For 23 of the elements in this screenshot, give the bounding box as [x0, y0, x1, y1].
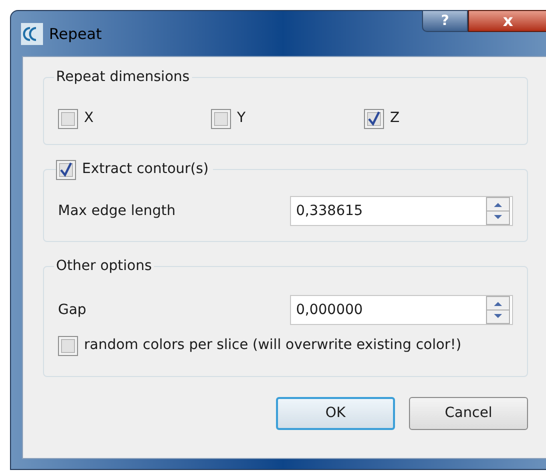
checkbox[interactable] — [211, 108, 231, 128]
checkbox[interactable] — [58, 336, 78, 356]
checked-checkbox[interactable] — [56, 160, 76, 180]
checkbox-label: Y — [237, 109, 246, 128]
field-label: Max edge length — [58, 202, 176, 220]
spin-arrows-icon[interactable] — [486, 197, 510, 225]
field-label: Gap — [58, 300, 88, 320]
dialog-button[interactable]: Cancel — [409, 397, 528, 430]
checkbox-label: Extract contour(s) — [82, 160, 209, 179]
checked-checkbox[interactable] — [364, 108, 384, 128]
dialog-button[interactable]: OK — [276, 397, 395, 430]
spin-box[interactable]: 0,000000 — [290, 295, 513, 325]
checkbox[interactable] — [58, 108, 78, 128]
spin-arrows-icon[interactable] — [486, 296, 510, 324]
checkbox-label: Z — [390, 109, 400, 128]
close-button[interactable]: x — [468, 10, 546, 32]
group-title: Other options — [54, 256, 154, 276]
window-title: Repeat — [49, 24, 102, 45]
app-logo-icon — [21, 23, 43, 45]
spin-box[interactable]: 0,338615 — [290, 196, 513, 226]
checkbox-label: X — [84, 109, 94, 128]
checkbox-label: random colors per slice (will overwrite existing color!) — [84, 336, 462, 355]
group-title: Repeat dimensions — [54, 67, 192, 87]
